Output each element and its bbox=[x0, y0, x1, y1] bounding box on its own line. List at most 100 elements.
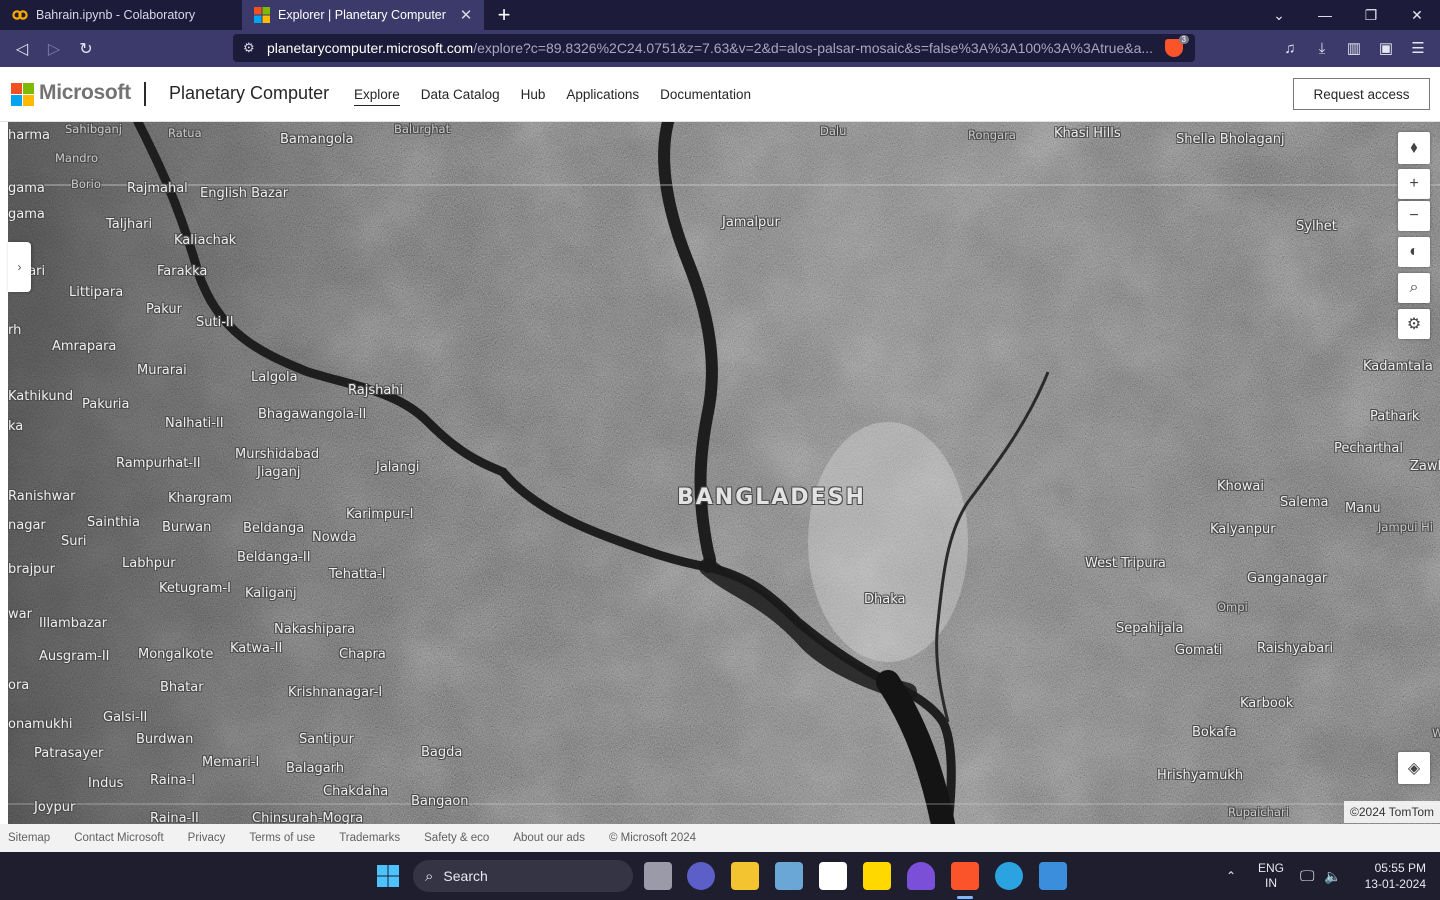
map-place-label: Bhagawangola-II bbox=[258, 407, 367, 422]
map-place-label: Gomati bbox=[1175, 643, 1223, 658]
nav-data-catalog[interactable]: Data Catalog bbox=[421, 87, 500, 106]
map-place-label: ka bbox=[8, 419, 24, 434]
close-tab-icon[interactable]: ✕ bbox=[458, 6, 474, 24]
footer-link-terms[interactable]: Terms of use bbox=[249, 832, 315, 844]
footer-link-ads[interactable]: About our ads bbox=[513, 832, 585, 844]
map-place-label: Murshidabad bbox=[235, 447, 320, 462]
map-place-label: Sainthia bbox=[87, 515, 140, 530]
search-icon[interactable]: ⌕ bbox=[1398, 273, 1430, 303]
restore-button[interactable]: ❐ bbox=[1348, 0, 1394, 30]
close-window-button[interactable]: ✕ bbox=[1394, 0, 1440, 30]
map-place-label: Manu bbox=[1345, 501, 1381, 516]
nav-applications[interactable]: Applications bbox=[566, 87, 639, 106]
language-indicator[interactable]: ENG IN bbox=[1258, 852, 1284, 900]
pitch-toggle-icon[interactable]: ◐ bbox=[1398, 237, 1430, 267]
nav-documentation[interactable]: Documentation bbox=[660, 87, 751, 106]
microsoft-store-icon[interactable] bbox=[819, 862, 847, 890]
map-place-label: Joypur bbox=[34, 800, 76, 815]
settings-gear-icon[interactable]: ⚙ bbox=[1398, 309, 1430, 339]
media-icon[interactable]: ♫ bbox=[1274, 32, 1306, 64]
nav-explore[interactable]: Explore bbox=[354, 87, 400, 106]
map-place-label: gama bbox=[8, 207, 45, 222]
map-place-label: Galsi-II bbox=[103, 710, 148, 725]
microsoft-icon bbox=[254, 7, 270, 23]
nav-hub[interactable]: Hub bbox=[521, 87, 546, 106]
map-canvas[interactable]: Sahibganj Ratua Balurghat Dalu Rongara Khasi … bbox=[8, 122, 1440, 824]
microsoft-logo-icon[interactable] bbox=[11, 83, 34, 106]
file-explorer-icon[interactable] bbox=[731, 862, 759, 890]
footer-link-privacy[interactable]: Privacy bbox=[188, 832, 226, 844]
download-icon[interactable]: ⤓ bbox=[1306, 32, 1338, 64]
address-bar[interactable]: ⚙ planetarycomputer.microsoft.com/explor… bbox=[233, 34, 1195, 62]
product-name[interactable]: Planetary Computer bbox=[169, 83, 329, 104]
map-place-label: Karimpur-I bbox=[346, 507, 414, 522]
map-place-label: Mandro bbox=[55, 151, 99, 165]
main-nav: Explore Data Catalog Hub Applications Do… bbox=[354, 87, 751, 106]
footer-copyright: © Microsoft 2024 bbox=[608, 832, 697, 844]
sticky-notes-icon[interactable] bbox=[863, 862, 891, 890]
wallet-icon[interactable]: ▣ bbox=[1370, 32, 1402, 64]
clock[interactable]: 05:55 PM 13-01-2024 bbox=[1356, 852, 1426, 900]
map-place-label: Karbook bbox=[1240, 696, 1294, 711]
map-place-label: Balagarh bbox=[286, 761, 345, 776]
minimize-button[interactable]: — bbox=[1302, 0, 1348, 30]
expand-panel-chevron-icon[interactable]: › bbox=[8, 242, 31, 292]
map-place-label: West Tripura bbox=[1085, 556, 1166, 571]
map-place-label: Rajmahal bbox=[127, 181, 188, 196]
new-tab-button[interactable]: + bbox=[484, 0, 524, 30]
site-header: Microsoft Planetary Computer Explore Dat… bbox=[0, 67, 1440, 122]
explorer-side-strip bbox=[0, 122, 8, 824]
layers-icon[interactable]: ◈ bbox=[1398, 752, 1430, 784]
tab-planetary-computer[interactable]: Explorer | Planetary Computer ✕ bbox=[242, 0, 484, 30]
footer-link-sitemap[interactable]: Sitemap bbox=[8, 832, 50, 844]
telegram-icon[interactable] bbox=[995, 862, 1023, 890]
request-access-button[interactable]: Request access bbox=[1293, 78, 1430, 110]
map-place-label: Raina-II bbox=[150, 811, 199, 824]
window-controls: ⌄ — ❐ ✕ bbox=[1256, 0, 1440, 30]
url-text: planetarycomputer.microsoft.com/explore?… bbox=[267, 40, 1154, 56]
menu-icon[interactable]: ☰ bbox=[1402, 32, 1434, 64]
taskbar-search[interactable]: ⌕ Search bbox=[413, 860, 633, 892]
volume-icon[interactable]: 🔈 bbox=[1324, 852, 1341, 900]
footer-link-trademarks[interactable]: Trademarks bbox=[339, 832, 400, 844]
map-place-label: Rampurhat-II bbox=[116, 456, 201, 471]
colab-icon bbox=[12, 10, 28, 20]
maps-app-icon[interactable] bbox=[1039, 862, 1067, 890]
forward-button[interactable]: ▷ bbox=[38, 33, 70, 65]
search-icon: ⌕ bbox=[425, 867, 434, 885]
map-place-label: Bhatar bbox=[160, 680, 204, 695]
zoom-out-button[interactable]: − bbox=[1398, 201, 1430, 231]
map-place-label: nagar bbox=[8, 518, 46, 533]
windows-taskbar: ⌕ Search ⌃ ENG IN 🖵 🔈 05:55 PM 13-01-202… bbox=[0, 852, 1440, 900]
sidebar-icon[interactable]: ▥ bbox=[1338, 32, 1370, 64]
footer-link-safety[interactable]: Safety & eco bbox=[424, 832, 489, 844]
windows-start-icon[interactable] bbox=[374, 862, 402, 890]
teams-chat-icon[interactable] bbox=[687, 862, 715, 890]
footer-link-contact[interactable]: Contact Microsoft bbox=[74, 832, 163, 844]
map-place-label: Shella Bholaganj bbox=[1176, 132, 1285, 147]
obsidian-icon[interactable] bbox=[907, 862, 935, 890]
photos-icon[interactable] bbox=[775, 862, 803, 890]
map-place-label: Mongalkote bbox=[138, 647, 214, 662]
map-place-label: Khowai bbox=[1217, 479, 1264, 494]
browser-toolbar: ◁ ▷ ↻ ⚙ planetarycomputer.microsoft.com/… bbox=[0, 30, 1440, 67]
site-info-icon[interactable]: ⚙ bbox=[243, 40, 259, 56]
map-place-label: Jiaganj bbox=[257, 465, 301, 480]
brand-name[interactable]: Microsoft bbox=[39, 81, 131, 105]
back-button[interactable]: ◁ bbox=[6, 33, 38, 65]
map-place-label: Zawln bbox=[1410, 459, 1440, 474]
reload-button[interactable]: ↻ bbox=[70, 33, 102, 65]
zoom-in-button[interactable]: + bbox=[1398, 169, 1430, 199]
task-view-icon[interactable] bbox=[644, 862, 672, 890]
tab-list-chevron-icon[interactable]: ⌄ bbox=[1256, 0, 1302, 30]
brave-browser-icon[interactable] bbox=[951, 862, 979, 890]
tab-colab[interactable]: Bahrain.ipynb - Colaboratory bbox=[0, 0, 242, 30]
brave-shield-icon[interactable]: 3 bbox=[1165, 35, 1189, 57]
compass-icon[interactable]: ⬧ bbox=[1398, 132, 1430, 164]
network-icon[interactable]: 🖵 bbox=[1300, 852, 1314, 900]
map-place-label: ora bbox=[8, 678, 30, 693]
show-hidden-icons-chevron-icon[interactable]: ⌃ bbox=[1226, 852, 1236, 900]
map-place-label: onamukhi bbox=[8, 717, 73, 732]
map-place-label: Patrasayer bbox=[34, 746, 104, 761]
map-place-label: Wes bbox=[1432, 726, 1440, 740]
